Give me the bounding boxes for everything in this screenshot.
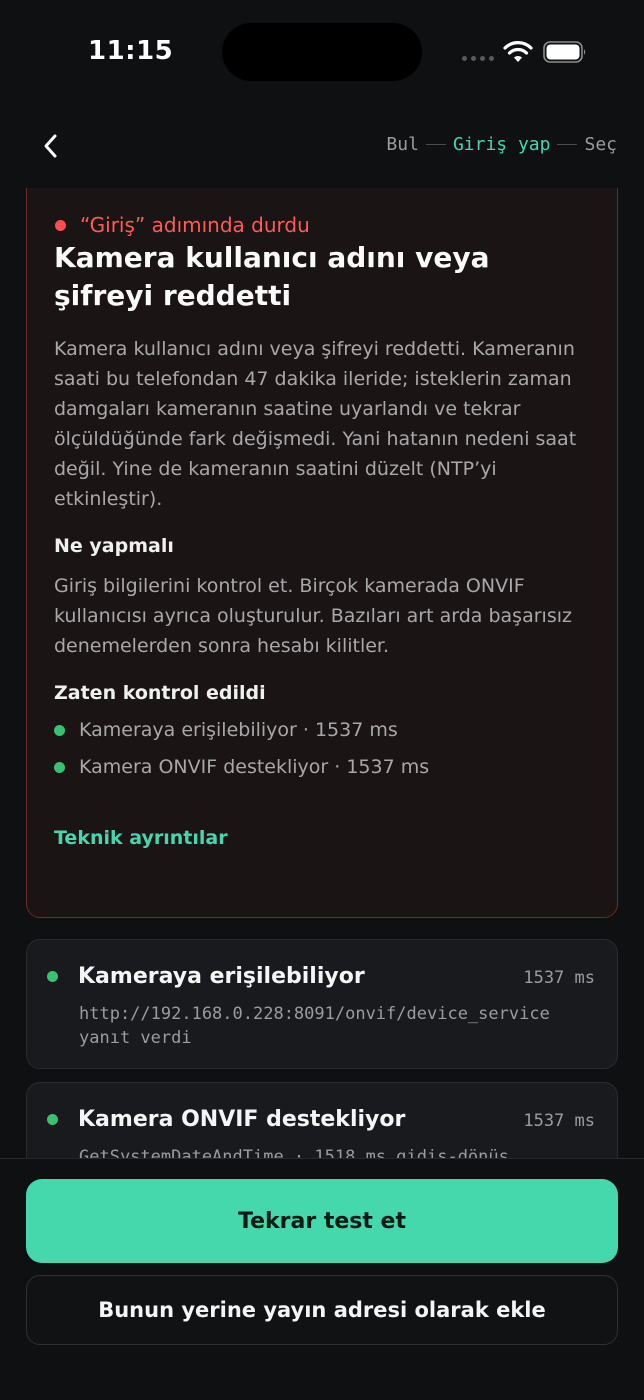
step-login: Giriş yap xyxy=(452,134,551,155)
success-dot-icon xyxy=(54,761,65,773)
checked-item: Kamera ONVIF destekliyor · 1537 ms xyxy=(54,756,429,778)
technical-details-link[interactable]: Teknik ayrıntılar xyxy=(54,827,228,849)
error-status: “Giriş” adımında durdu xyxy=(55,213,310,237)
checked-item-label: Kamera ONVIF destekliyor · 1537 ms xyxy=(79,756,430,778)
add-as-stream-address-button[interactable]: Bunun yerine yayın adresi olarak ekle xyxy=(26,1275,618,1345)
dynamic-island xyxy=(222,23,422,81)
step-result-header: Kameraya erişilebiliyor xyxy=(47,964,365,989)
step-result-duration: 1537 ms xyxy=(523,1111,595,1131)
bottom-action-bar: Tekrar test et Bunun yerine yayın adresi… xyxy=(0,1158,644,1400)
step-separator xyxy=(557,144,578,145)
battery-icon xyxy=(543,41,586,63)
error-status-text: “Giriş” adımında durdu xyxy=(80,213,310,237)
step-result-card[interactable]: Kameraya erişilebiliyor 1537 ms http://1… xyxy=(26,939,618,1069)
step-result-card[interactable]: Kamera ONVIF destekliyor 1537 ms GetSyst… xyxy=(26,1082,618,1158)
content-scroll-area[interactable]: “Giriş” adımında durdu Kamera kullanıcı … xyxy=(0,188,644,1158)
what-to-do-text: Giriş bilgilerini kontrol et. Birçok kam… xyxy=(54,575,572,657)
error-title: Kamera kullanıcı adını veya şifreyi redd… xyxy=(54,241,490,312)
step-result-title: Kamera ONVIF destekliyor xyxy=(78,1107,406,1132)
step-result-detail: GetSystemDateAndTime · 1518 ms gidiş-dön… xyxy=(79,1147,509,1158)
cellular-signal-icon xyxy=(462,56,494,61)
wifi-icon xyxy=(503,41,533,62)
step-result-header: Kamera ONVIF destekliyor xyxy=(47,1107,405,1132)
top-navigation: Bul Giriş yap Seç xyxy=(0,118,644,174)
success-dot-icon xyxy=(54,724,65,736)
step-find: Bul xyxy=(386,134,419,155)
error-status-dot-icon xyxy=(55,219,66,231)
step-select: Seç xyxy=(584,134,617,155)
already-checked-heading: Zaten kontrol edildi xyxy=(54,682,266,704)
success-dot-icon xyxy=(47,971,58,982)
status-time: 11:15 xyxy=(88,36,174,66)
step-result-duration: 1537 ms xyxy=(523,968,595,988)
error-description: Kamera kullanıcı adını veya şifreyi redd… xyxy=(54,338,577,510)
success-dot-icon xyxy=(47,1114,58,1125)
step-result-detail: http://192.168.0.228:8091/onvif/device_s… xyxy=(79,1004,550,1048)
back-button[interactable] xyxy=(30,126,70,166)
wizard-steps: Bul Giriş yap Seç xyxy=(386,134,617,155)
step-separator xyxy=(425,144,446,145)
what-to-do-heading: Ne yapmalı xyxy=(54,535,174,557)
checked-item: Kameraya erişilebiliyor · 1537 ms xyxy=(54,719,398,741)
step-result-title: Kameraya erişilebiliyor xyxy=(78,964,365,989)
chevron-left-icon xyxy=(44,134,57,158)
retry-test-button[interactable]: Tekrar test et xyxy=(26,1179,618,1263)
status-bar: 11:15 xyxy=(0,0,644,100)
error-card: “Giriş” adımında durdu Kamera kullanıcı … xyxy=(26,188,618,918)
checked-item-label: Kameraya erişilebiliyor · 1537 ms xyxy=(79,719,398,741)
